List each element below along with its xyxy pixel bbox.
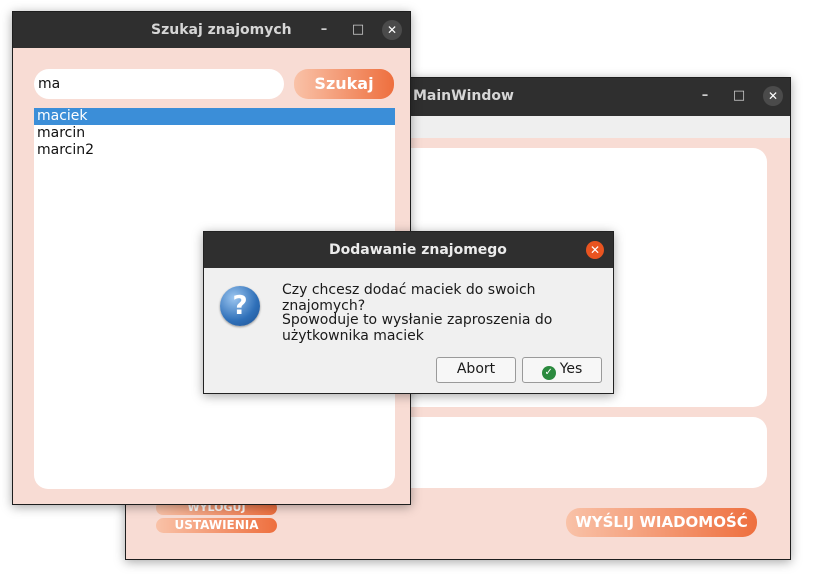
dialog-titlebar[interactable]: Dodawanie znajomego ✕ (204, 232, 613, 268)
search-input[interactable] (34, 69, 284, 99)
close-icon[interactable]: ✕ (763, 86, 783, 106)
dialog-info-text-line2: użytkownika maciek (282, 328, 424, 344)
abort-button[interactable]: Abort (436, 357, 516, 383)
check-icon: ✓ (541, 366, 556, 380)
maximize-icon[interactable]: □ (348, 20, 368, 40)
search-window-title: Szukaj znajomych (151, 22, 292, 38)
add-friend-dialog: Dodawanie znajomego ✕ ? Czy chcesz dodać… (203, 231, 614, 394)
minimize-icon[interactable]: – (314, 20, 334, 40)
dialog-question-text: Czy chcesz dodać maciek do swoich znajom… (282, 282, 536, 314)
close-icon[interactable]: ✕ (586, 241, 604, 259)
search-window-titlebar[interactable]: Szukaj znajomych – □ ✕ (13, 12, 410, 48)
question-icon: ? (220, 286, 260, 326)
search-button[interactable]: Szukaj (294, 69, 394, 99)
close-icon[interactable]: ✕ (382, 20, 402, 40)
settings-button[interactable]: USTAWIENIA (156, 518, 277, 533)
yes-button-label: Yes (559, 361, 583, 377)
send-message-button[interactable]: WYŚLIJ WIADOMOŚĆ (566, 508, 757, 537)
minimize-icon[interactable]: – (695, 86, 715, 106)
maximize-icon[interactable]: □ (729, 86, 749, 106)
list-item[interactable]: marcin2 (34, 142, 395, 159)
list-item[interactable]: maciek (34, 108, 395, 125)
main-window-title: MainWindow (413, 88, 514, 104)
abort-button-label: Abort (456, 361, 496, 377)
dialog-title: Dodawanie znajomego (329, 242, 507, 258)
dialog-info-text-line1: Spowoduje to wysłanie zaproszenia do (282, 312, 553, 328)
yes-button[interactable]: ✓ Yes (522, 357, 602, 383)
list-item[interactable]: marcin (34, 125, 395, 142)
